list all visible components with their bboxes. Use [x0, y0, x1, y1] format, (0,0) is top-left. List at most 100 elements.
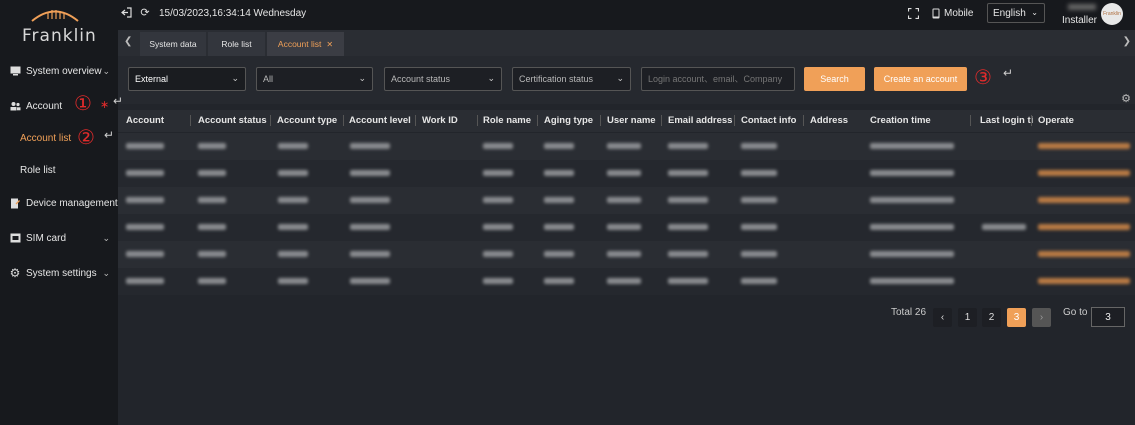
column-header-contact-info[interactable]: Contact info — [741, 115, 796, 126]
redacted-cell — [544, 170, 574, 176]
sidebar-item-system-settings[interactable]: ⚙ System settings ⌄ — [0, 260, 118, 286]
avatar[interactable]: Franklin — [1101, 3, 1123, 25]
account-status-select[interactable]: Account status ⌄ — [384, 67, 502, 91]
redacted-cell — [741, 143, 777, 149]
goto-page-input[interactable] — [1091, 307, 1125, 327]
redacted-cell — [741, 278, 777, 284]
sidebar-item-system-overview[interactable]: System overview ⌄ — [0, 58, 118, 84]
sidebar-subitem-account-list[interactable]: Account list — [20, 133, 71, 144]
tab-strip: ❮ System data Role list Account list ✕ ❯ — [118, 30, 1135, 56]
tab-system-data[interactable]: System data — [140, 32, 206, 56]
column-divider — [734, 115, 735, 126]
page-1-button[interactable]: 1 — [958, 308, 977, 327]
column-divider — [970, 115, 971, 126]
redacted-cell — [350, 143, 390, 149]
column-header-role-name[interactable]: Role name — [483, 115, 531, 126]
redacted-operate-links[interactable] — [1038, 251, 1130, 257]
table-row[interactable] — [118, 268, 1135, 295]
next-page-button[interactable]: › — [1032, 308, 1051, 327]
redacted-cell — [668, 278, 708, 284]
column-header-account-type[interactable]: Account type — [277, 115, 337, 126]
column-header-aging-type[interactable]: Aging type — [544, 115, 593, 126]
search-button[interactable]: Search — [804, 67, 865, 91]
redacted-cell — [198, 251, 226, 257]
redacted-cell — [741, 224, 777, 230]
tab-account-list[interactable]: Account list ✕ — [267, 32, 344, 56]
redacted-cell — [607, 278, 641, 284]
create-account-button[interactable]: Create an account — [874, 67, 967, 91]
redacted-cell — [544, 143, 574, 149]
prev-page-button[interactable]: ‹ — [933, 308, 952, 327]
refresh-icon[interactable]: ⟳ — [139, 7, 151, 19]
tab-role-list[interactable]: Role list — [208, 32, 265, 56]
redacted-cell — [350, 278, 390, 284]
column-header-account-level[interactable]: Account level — [349, 115, 411, 126]
redacted-operate-links[interactable] — [1038, 278, 1130, 284]
close-icon[interactable]: ✕ — [326, 40, 333, 49]
table-row[interactable] — [118, 133, 1135, 160]
redacted-cell — [607, 143, 641, 149]
certification-status-select[interactable]: Certification status ⌄ — [512, 67, 631, 91]
annotation-arrow-icon: ↵ — [113, 94, 124, 108]
redacted-cell — [198, 197, 226, 203]
page-2-button[interactable]: 2 — [982, 308, 1001, 327]
redacted-cell — [870, 278, 954, 284]
table-row[interactable] — [118, 214, 1135, 241]
fullscreen-icon[interactable] — [907, 7, 919, 20]
search-input[interactable] — [641, 67, 795, 91]
redacted-cell — [198, 143, 226, 149]
sidebar-item-device-management[interactable]: Device management — [0, 190, 118, 216]
redacted-cell — [278, 224, 308, 230]
annotation-arrow-icon: ↵ — [1003, 66, 1014, 80]
redacted-cell — [544, 251, 574, 257]
sidebar-item-sim-card[interactable]: SIM card ⌄ — [0, 225, 118, 251]
redacted-cell — [350, 170, 390, 176]
sidebar-subitem-role-list[interactable]: Role list — [20, 165, 56, 176]
monitor-icon — [9, 65, 21, 77]
redacted-cell — [350, 197, 390, 203]
page-3-button[interactable]: 3 — [1007, 308, 1026, 327]
column-header-email-address[interactable]: Email address — [668, 115, 732, 126]
sidebar-item-label: System overview — [26, 65, 102, 77]
column-header-creation-time[interactable]: Creation time — [870, 115, 931, 126]
user-type-select[interactable]: External ⌄ — [128, 67, 246, 91]
redacted-cell — [870, 224, 954, 230]
redacted-operate-links[interactable] — [1038, 197, 1130, 203]
goto-label: Go to — [1063, 307, 1088, 318]
mobile-toggle[interactable]: Mobile — [932, 8, 973, 19]
chevron-down-icon: ⌄ — [102, 66, 110, 76]
column-header-account[interactable]: Account — [126, 115, 164, 126]
table-row[interactable] — [118, 160, 1135, 187]
redacted-operate-links[interactable] — [1038, 170, 1130, 176]
redacted-cell — [741, 251, 777, 257]
redacted-operate-links[interactable] — [1038, 143, 1130, 149]
mobile-icon — [932, 8, 940, 19]
column-header-user-name[interactable]: User name — [607, 115, 656, 126]
gear-icon: ⚙ — [9, 266, 21, 280]
table-row[interactable] — [118, 241, 1135, 268]
language-select[interactable]: English ⌄ — [987, 3, 1045, 23]
table-header: Account Account status Account type Acco… — [118, 110, 1135, 132]
tab-scroll-right-icon[interactable]: ❯ — [1123, 36, 1131, 47]
column-header-account-status[interactable]: Account status — [198, 115, 267, 126]
redacted-operate-links[interactable] — [1038, 224, 1130, 230]
logout-icon[interactable] — [120, 7, 132, 19]
tab-label: System data — [149, 39, 197, 49]
redacted-cell — [668, 197, 708, 203]
column-header-last-login-time[interactable]: Last login ti — [980, 115, 1033, 126]
column-divider — [803, 115, 804, 126]
redacted-cell — [278, 143, 308, 149]
column-settings-gear-icon[interactable]: ⚙ — [1121, 92, 1131, 105]
logo-text: Franklin — [22, 26, 97, 46]
certification-status-placeholder: Certification status — [519, 74, 594, 84]
redacted-cell — [350, 224, 390, 230]
sidebar: Franklin System overview ⌄ Account Accou… — [0, 0, 118, 425]
scope-select[interactable]: All ⌄ — [256, 67, 373, 91]
redacted-cell — [483, 278, 513, 284]
datetime-display: 15/03/2023,16:34:14 Wednesday — [159, 8, 307, 19]
column-header-work-id[interactable]: Work ID — [422, 115, 458, 126]
column-header-address[interactable]: Address — [810, 115, 848, 126]
column-header-operate[interactable]: Operate — [1038, 115, 1074, 126]
tab-scroll-left-icon[interactable]: ❮ — [124, 36, 132, 47]
table-row[interactable] — [118, 187, 1135, 214]
